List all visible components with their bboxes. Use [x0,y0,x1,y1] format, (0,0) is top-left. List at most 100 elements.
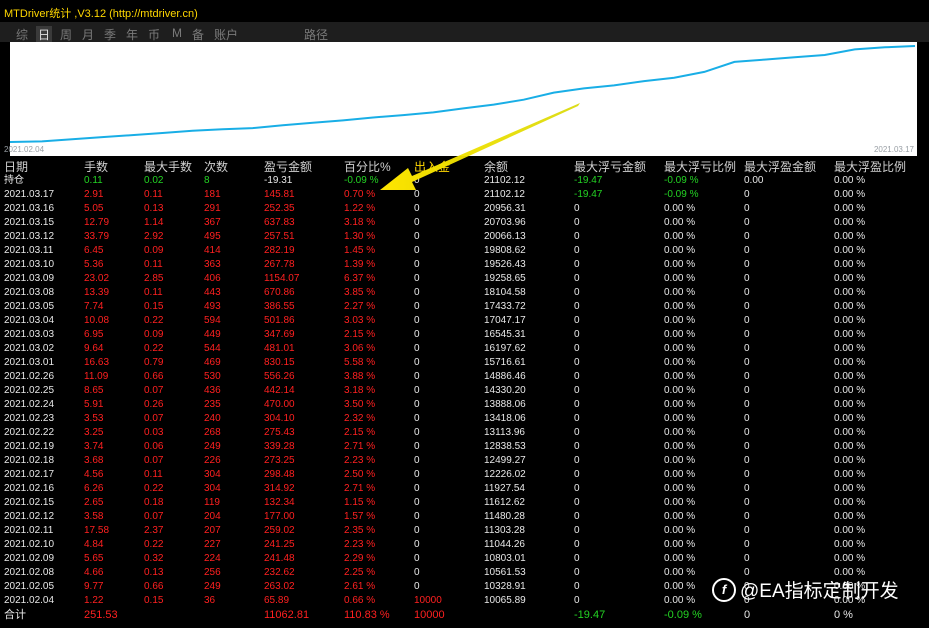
tab-3[interactable]: 月 [82,26,94,43]
cell-max_dd_pct: 0.00 % [664,595,696,606]
cell-pnl: 501.86 [264,315,295,326]
cell-max_fp_pct: 0.00 % [834,399,866,410]
column-header: 手数 [84,160,109,174]
cell-max_dd: 0 [574,371,580,382]
cell-total-io: 10000 [414,609,445,621]
cell-max_fp_pct: 0.00 % [834,497,866,508]
tab-2[interactable]: 周 [60,26,72,43]
cell-pct: 2.61 % [344,581,376,592]
cell-pct: 0.70 % [344,189,376,200]
table-row: 2021.02.25 8.65 0.07 436 442.14 3.18 % 0 14330.… [0,384,929,398]
cell-lots: 23.02 [84,273,110,284]
cell-max_lots: 0.09 [144,245,164,256]
cell-lots: 33.79 [84,231,110,242]
cell-max_dd: 0 [574,273,580,284]
cell-lots: 7.74 [84,301,104,312]
cell-io: 0 [414,413,420,424]
cell-max_fp: 0 [744,371,750,382]
cell-max_fp: 0 [744,427,750,438]
cell-lots: 17.58 [84,525,110,536]
table-row: 2021.03.05 7.74 0.15 493 386.55 2.27 % 0 17433.… [0,300,929,314]
cell-lots: 3.25 [84,427,104,438]
cell-max_fp_pct: 0.00 % [834,287,866,298]
tab-6[interactable]: 币 [148,26,160,43]
cell-max_dd_pct: 0.00 % [664,581,696,592]
cell-io: 0 [414,385,420,396]
cell-max_fp_pct: 0.00 % [834,469,866,480]
table-row: 2021.02.26 11.09 0.66 530 556.26 3.88 % 0 14886… [0,370,929,384]
cell-trades: 181 [204,189,221,200]
cell-max_lots: 0.66 [144,371,164,382]
column-header: 余额 [484,160,509,174]
cell-max_dd: 0 [574,567,580,578]
cell-max_lots: 0.11 [144,287,163,298]
cell-pct: -0.09 % [344,175,379,186]
cell-max_fp_pct: 0.00 % [834,413,866,424]
cell-max_fp: 0 [744,329,750,340]
cell-pnl: 470.00 [264,399,295,410]
tab-10[interactable]: 路径 [304,26,328,43]
cell-io: 0 [414,371,420,382]
cell-max_fp: 0 [744,525,750,536]
cell-max_dd_pct: 0.00 % [664,511,696,522]
cell-max_fp_pct: 0.00 % [834,525,866,536]
table-row: 2021.03.10 5.36 0.11 363 267.78 1.39 % 0 19526.… [0,258,929,272]
cell-balance: 17047.17 [484,315,526,326]
cell-lots: 2.65 [84,497,104,508]
cell-max_lots: 0.66 [144,581,164,592]
tab-9[interactable]: 账户 [214,26,238,43]
cell-max_dd_pct: 0.00 % [664,273,696,284]
cell-trades: 367 [204,217,221,228]
cell-trades: 414 [204,245,221,256]
table-row: 2021.02.12 3.58 0.07 204 177.00 1.57 % 0 11480.… [0,510,929,524]
table-row: 2021.02.23 3.53 0.07 240 304.10 2.32 % 0 13418.… [0,412,929,426]
cell-max_dd: -19.47 [574,189,603,200]
cell-max_lots: 0.11 [144,189,163,200]
cell-max_dd_pct: 0.00 % [664,231,696,242]
cell-date: 2021.03.12 [4,231,55,242]
position-row: 持仓 0.11 0.02 8 -19.31 -0.09 % 0 21102.12 -19.47 -… [0,174,929,188]
cell-max_dd: 0 [574,329,580,340]
tab-4[interactable]: 季 [104,26,116,43]
tab-0[interactable]: 综 [16,26,28,43]
cell-max_dd_pct: 0.00 % [664,427,696,438]
tab-7[interactable]: M [172,26,182,40]
cell-max_fp_pct: 0.00 % [834,483,866,494]
tab-8[interactable]: 备 [192,26,204,43]
cell-max_dd: 0 [574,413,580,424]
cell-pct: 2.25 % [344,567,376,578]
cell-pnl: 263.02 [264,581,295,592]
cell-max_dd: 0 [574,399,580,410]
tab-5[interactable]: 年 [126,26,138,43]
cell-pct: 1.45 % [344,245,376,256]
cell-date: 2021.02.08 [4,567,55,578]
cell-max_fp: 0 [744,273,750,284]
cell-max_lots: 0.79 [144,357,164,368]
cell-pct: 3.18 % [344,385,376,396]
tab-1[interactable]: 日 [36,26,53,43]
cell-max_dd: 0 [574,455,580,466]
cell-max_fp: 0 [744,399,750,410]
cell-lots: 10.08 [84,315,110,326]
cell-date: 2021.02.24 [4,399,55,410]
cell-max_lots: 0.32 [144,553,164,564]
cell-pnl: 304.10 [264,413,295,424]
cell-max_lots: 0.13 [144,567,164,578]
column-header: 盈亏金额 [264,160,313,174]
cell-max_dd: 0 [574,245,580,256]
cell-date: 2021.02.19 [4,441,55,452]
cell-pnl: 442.14 [264,385,295,396]
table-row: 2021.02.17 4.56 0.11 304 298.48 2.50 % 0 12226.… [0,468,929,482]
cell-pct: 1.22 % [344,203,376,214]
cell-balance: 18104.58 [484,287,526,298]
cell-max_dd_pct: 0.00 % [664,287,696,298]
cell-max_dd_pct: 0.00 % [664,413,696,424]
cell-trades: 119 [204,497,220,508]
cell-max_fp: 0.00 [744,175,764,186]
cell-max_dd_pct: 0.00 % [664,329,696,340]
cell-max_fp_pct: 0.00 % [834,329,866,340]
cell-io: 0 [414,567,420,578]
cell-date: 2021.02.17 [4,469,55,480]
cell-pnl: 670.86 [264,287,295,298]
cell-trades: 268 [204,427,221,438]
